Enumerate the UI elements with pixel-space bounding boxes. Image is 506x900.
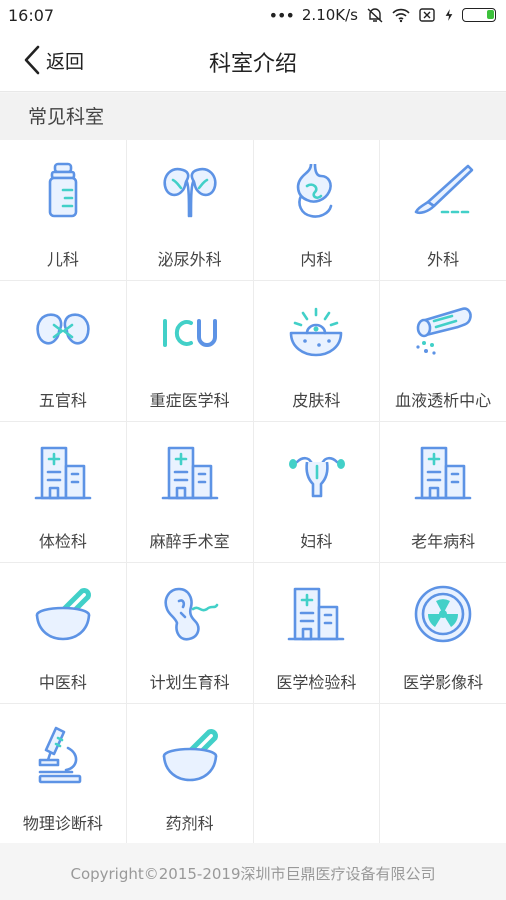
hospital-building-icon — [414, 446, 472, 500]
department-item[interactable]: 麻醉手术室 — [126, 422, 253, 562]
department-item[interactable]: 药剂科 — [126, 704, 253, 844]
department-label: 医学影像科 — [403, 673, 484, 692]
department-item[interactable]: 外科 — [380, 140, 506, 280]
department-label: 外科 — [427, 250, 460, 269]
department-label: 儿科 — [46, 250, 79, 269]
section-header: 常见科室 — [0, 93, 506, 140]
empty-cell — [253, 704, 380, 844]
skin-icon — [290, 307, 343, 357]
footer-copyright: Copyright©2015-2019深圳市巨鼎医疗设备有限公司 — [0, 843, 506, 900]
department-label: 重症医学科 — [149, 391, 230, 410]
department-label: 麻醉手术室 — [149, 532, 230, 551]
network-speed: 2.10K/s — [301, 6, 358, 24]
department-label: 计划生育科 — [149, 673, 230, 692]
mortar-pestle-icon — [162, 729, 218, 782]
department-item[interactable]: 医学检验科 — [253, 563, 380, 703]
mortar-pestle-icon — [35, 588, 91, 641]
department-label: 妇科 — [300, 532, 333, 551]
status-time: 16:07 — [8, 5, 55, 25]
page-title: 科室介绍 — [208, 52, 297, 77]
hospital-building-icon — [288, 587, 345, 641]
department-item[interactable]: 体检科 — [0, 422, 126, 562]
fetus-icon — [164, 587, 218, 641]
ent-icon — [36, 313, 90, 345]
scalpel-icon — [414, 164, 474, 215]
department-grid: 儿科 泌尿外科 内科 外科 五官科 重症医学科 皮肤科 血液透析中心 体检科 麻… — [0, 140, 506, 844]
section-title: 常见科室 — [28, 106, 105, 128]
department-label: 泌尿外科 — [157, 250, 222, 269]
microscope-icon — [38, 726, 82, 784]
kidneys-icon — [163, 167, 217, 218]
hospital-building-icon — [34, 446, 92, 500]
empty-cell — [380, 704, 506, 844]
nav-bar: 返回 科室介绍 — [0, 30, 506, 92]
department-item[interactable]: 泌尿外科 — [126, 140, 253, 280]
uterus-icon — [289, 456, 346, 498]
stomach-icon — [297, 163, 333, 218]
department-label: 物理诊断科 — [22, 814, 103, 833]
department-item[interactable]: 儿科 — [0, 140, 126, 280]
department-label: 体检科 — [38, 532, 87, 551]
department-label: 老年病科 — [411, 532, 476, 551]
baby-bottle-icon — [48, 162, 78, 218]
department-item[interactable]: 计划生育科 — [126, 563, 253, 703]
department-item[interactable]: 物理诊断科 — [0, 704, 126, 844]
department-item[interactable]: 医学影像科 — [380, 563, 506, 703]
department-item[interactable]: 重症医学科 — [126, 281, 253, 421]
dialysis-icon — [416, 307, 472, 355]
mute-bell-icon — [367, 8, 383, 23]
wifi-icon — [392, 8, 410, 23]
department-item[interactable]: 血液透析中心 — [380, 281, 506, 421]
battery-icon — [462, 8, 496, 22]
more-dots-icon: ••• — [268, 5, 295, 25]
status-icons: ••• 2.10K/s — [269, 6, 496, 25]
department-label: 中医科 — [38, 673, 87, 692]
department-label: 内科 — [300, 250, 333, 269]
department-item[interactable]: 五官科 — [0, 281, 126, 421]
department-label: 皮肤科 — [292, 391, 341, 410]
department-item[interactable]: 老年病科 — [380, 422, 506, 562]
department-label: 药剂科 — [165, 814, 214, 833]
charging-icon — [445, 9, 453, 21]
department-item[interactable]: 皮肤科 — [253, 281, 380, 421]
sim-off-icon — [419, 8, 435, 22]
department-label: 五官科 — [38, 391, 87, 410]
radiation-icon — [414, 585, 472, 643]
department-item[interactable]: 内科 — [253, 140, 380, 280]
department-item[interactable]: 中医科 — [0, 563, 126, 703]
icu-icon — [162, 319, 217, 347]
department-label: 医学检验科 — [276, 673, 357, 692]
hospital-building-icon — [161, 446, 218, 500]
department-label: 血液透析中心 — [395, 391, 492, 410]
status-bar: 16:07 ••• 2.10K/s — [0, 0, 506, 30]
department-item[interactable]: 妇科 — [253, 422, 380, 562]
